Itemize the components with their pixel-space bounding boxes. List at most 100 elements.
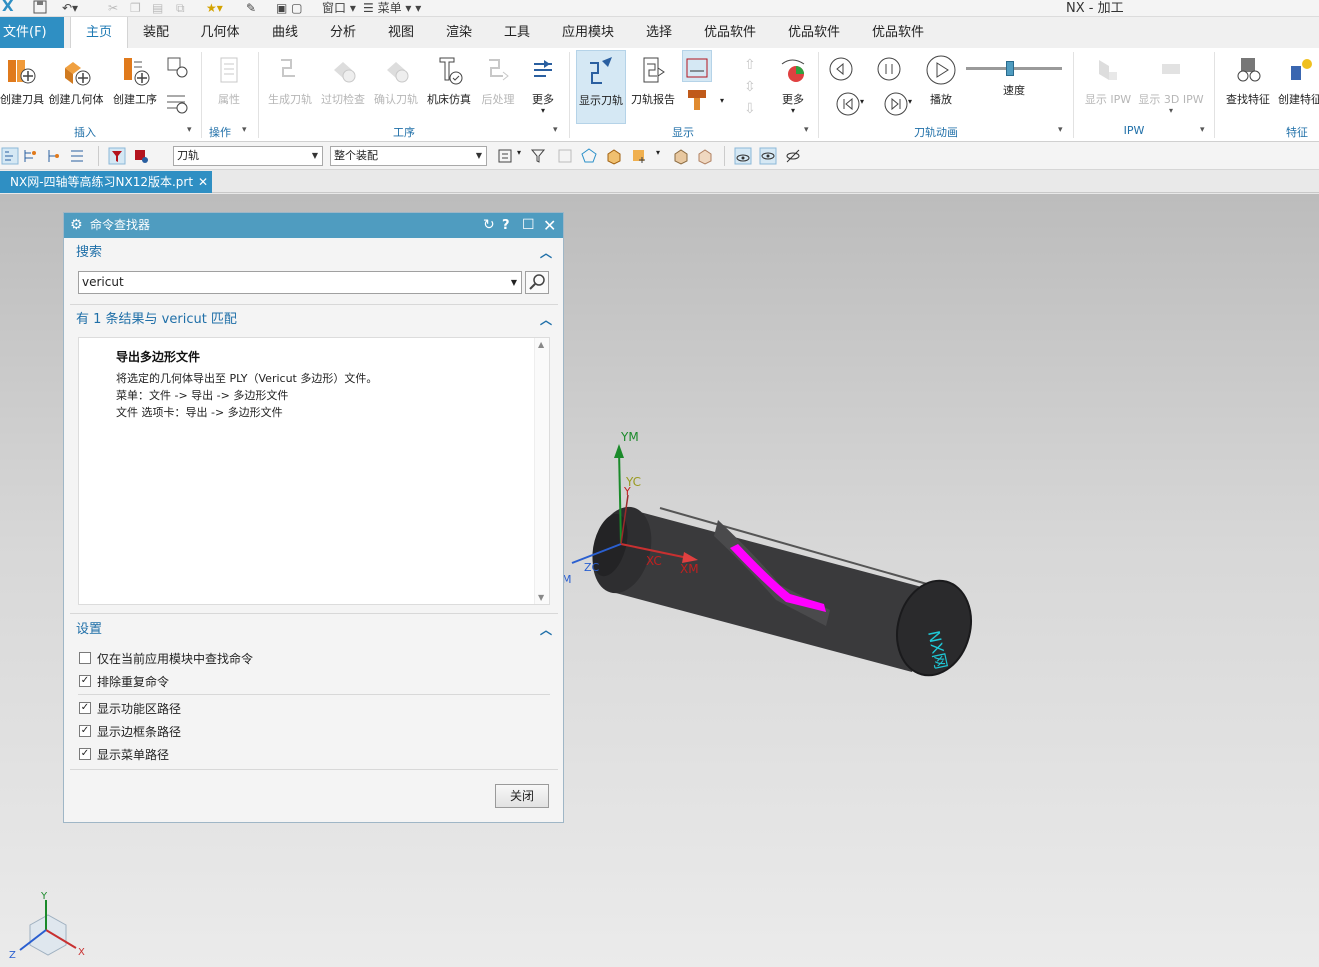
generate-toolpath-button[interactable]: 生成刀轨 — [264, 50, 316, 122]
reset-icon[interactable]: ↻ — [483, 213, 495, 238]
create-geometry-button[interactable]: 创建几何体 — [47, 50, 105, 122]
current-app-only-checkbox[interactable] — [79, 652, 91, 664]
show-border-bar-path-checkbox[interactable]: ✓ — [79, 725, 91, 737]
display-nav-button[interactable]: ⇧ ⇳ ⇩ — [736, 50, 766, 122]
display-option-button-2[interactable]: ▾ — [682, 84, 724, 116]
show-wcs-icon[interactable] — [759, 147, 777, 165]
verify-toolpath-button[interactable]: 确认刀轨 — [371, 50, 421, 122]
machine-sim-button[interactable]: 机床仿真 — [424, 50, 474, 122]
geometry-view-tree-icon[interactable] — [45, 147, 63, 165]
general-selection-filter-icon[interactable] — [497, 147, 515, 165]
to-start-button[interactable]: ▾ — [828, 91, 868, 117]
select-all-icon[interactable] — [556, 147, 574, 165]
show-3d-ipw-button[interactable]: 显示 3D IPW ▾ — [1137, 50, 1205, 122]
paste-icon[interactable]: ▤ — [152, 0, 163, 16]
tab-youpin-3[interactable]: 优品软件 — [864, 17, 932, 48]
scroll-up-icon[interactable]: ▲ — [538, 340, 544, 349]
group-operate-caret-icon[interactable]: ▾ — [242, 125, 247, 135]
search-button[interactable] — [525, 271, 549, 294]
create-feature-button[interactable]: 创建特征 — [1276, 50, 1319, 122]
type-filter-icon[interactable] — [108, 147, 126, 165]
scope-select[interactable]: 整个装配 ▼ — [330, 146, 487, 166]
scroll-down-icon[interactable]: ▼ — [538, 593, 544, 602]
save-icon[interactable] — [33, 0, 47, 16]
menu-button[interactable]: ☰ 菜单 ▾ ▾ — [363, 0, 421, 16]
insert-extra-button-1[interactable] — [162, 50, 192, 86]
tab-curve[interactable]: 曲线 — [263, 17, 307, 48]
tab-geometry[interactable]: 几何体 — [192, 17, 248, 48]
pause-button[interactable] — [876, 56, 902, 82]
create-operation-button[interactable]: 创建工序 — [109, 50, 161, 122]
file-menu[interactable]: 文件(F) — [0, 17, 64, 48]
help-icon[interactable]: ? — [502, 213, 510, 238]
properties-button[interactable]: 属性 — [205, 50, 253, 122]
hide-display-icon[interactable] — [784, 147, 802, 165]
postprocess-button[interactable]: 后处理 — [477, 50, 519, 122]
tab-view[interactable]: 视图 — [379, 17, 423, 48]
window-switch-icon[interactable]: ▣ ▢ — [276, 0, 303, 16]
to-end-button[interactable]: ▾ — [876, 91, 916, 117]
show-mcs-icon[interactable] — [734, 147, 752, 165]
maximize-icon[interactable]: ☐ — [522, 213, 535, 238]
close-icon[interactable]: ✕ — [543, 213, 556, 238]
undo-icon[interactable]: ↶▾ — [62, 0, 78, 16]
tab-youpin-2[interactable]: 优品软件 — [780, 17, 848, 48]
show-toolpath-button[interactable]: 显示刀轨 — [576, 50, 626, 124]
speed-slider[interactable] — [966, 61, 1062, 76]
window-menu[interactable]: 窗口 ▾ — [322, 0, 356, 16]
machining-method-view-icon[interactable] — [68, 147, 86, 165]
group-operation-caret-icon[interactable]: ▾ — [553, 125, 558, 135]
close-button[interactable]: 关闭 — [495, 784, 549, 808]
speed-slider-thumb[interactable] — [1006, 61, 1014, 76]
tab-youpin-1[interactable]: 优品软件 — [696, 17, 764, 48]
results-section-header[interactable]: 有 1 条结果与 vericut 匹配 ︿ — [70, 308, 558, 332]
copy-icon[interactable]: ❐ — [130, 0, 141, 16]
type-filter-select[interactable]: 刀轨 ▼ — [173, 146, 323, 166]
document-tab[interactable]: NX网-四轴等高练习NX12版本.prt ✕ — [0, 171, 212, 193]
select-features-icon[interactable] — [605, 147, 623, 165]
tab-selection[interactable]: 选择 — [637, 17, 681, 48]
results-scrollbar[interactable]: ▲ ▼ — [534, 338, 549, 604]
machined-part[interactable]: NX网 — [584, 500, 982, 683]
polygon-select-icon[interactable] — [580, 147, 598, 165]
chevron-down-icon[interactable]: ▼ — [511, 272, 517, 293]
tab-tools[interactable]: 工具 — [495, 17, 539, 48]
play-button[interactable]: 播放 — [922, 50, 960, 122]
favorite-star-icon[interactable]: ★▾ — [206, 0, 223, 16]
collapse-icon[interactable]: ︿ — [540, 618, 552, 642]
exclude-duplicates-checkbox[interactable]: ✓ — [79, 675, 91, 687]
selection-scope-icon[interactable] — [132, 147, 150, 165]
display-option-button-1[interactable] — [682, 50, 712, 82]
result-title[interactable]: 导出多边形文件 — [116, 348, 200, 365]
search-section-header[interactable]: 搜索 ︿ — [70, 241, 558, 265]
group-display-caret-icon[interactable]: ▾ — [804, 125, 809, 135]
filter-dropdown-icon[interactable]: ▾ — [517, 148, 521, 157]
snap-dropdown-icon[interactable]: ▾ — [656, 148, 660, 157]
step-back-button[interactable] — [828, 56, 854, 82]
create-tool-button[interactable]: 创建刀具 — [0, 50, 44, 122]
program-order-view-icon[interactable] — [1, 147, 19, 165]
group-ipw-caret-icon[interactable]: ▾ — [1200, 125, 1205, 135]
show-ribbon-path-checkbox[interactable]: ✓ — [79, 702, 91, 714]
tab-analysis[interactable]: 分析 — [321, 17, 365, 48]
tab-assembly[interactable]: 装配 — [134, 17, 178, 48]
solid-face-icon[interactable] — [672, 147, 690, 165]
dialog-title-bar[interactable]: ⚙ 命令查找器 ↻ ? ☐ ✕ — [64, 213, 563, 238]
show-ipw-button[interactable]: 显示 IPW — [1082, 50, 1134, 122]
search-input[interactable]: vericut ▼ — [78, 271, 522, 294]
group-animation-caret-icon[interactable]: ▾ — [1058, 125, 1063, 135]
repeat-icon[interactable]: ⧉ — [176, 0, 185, 16]
operation-more-button[interactable]: 更多 ▾ — [525, 50, 561, 122]
insert-extra-button-2[interactable] — [162, 86, 192, 120]
gouge-check-button[interactable]: 过切检查 — [318, 50, 368, 122]
results-list[interactable]: 导出多边形文件 将选定的几何体导出至 PLY（Vericut 多边形）文件。 菜… — [78, 337, 550, 605]
collapse-icon[interactable]: ︿ — [540, 241, 552, 265]
reset-filter-icon[interactable] — [530, 147, 548, 165]
settings-section-header[interactable]: 设置 ︿ — [70, 618, 558, 642]
show-menu-path-checkbox[interactable]: ✓ — [79, 748, 91, 760]
machine-tool-view-icon[interactable] — [21, 147, 39, 165]
tab-home[interactable]: 主页 — [70, 17, 128, 49]
find-feature-button[interactable]: 查找特征 — [1222, 50, 1274, 122]
snap-point-icon[interactable] — [630, 147, 648, 165]
wireframe-face-icon[interactable] — [696, 147, 714, 165]
